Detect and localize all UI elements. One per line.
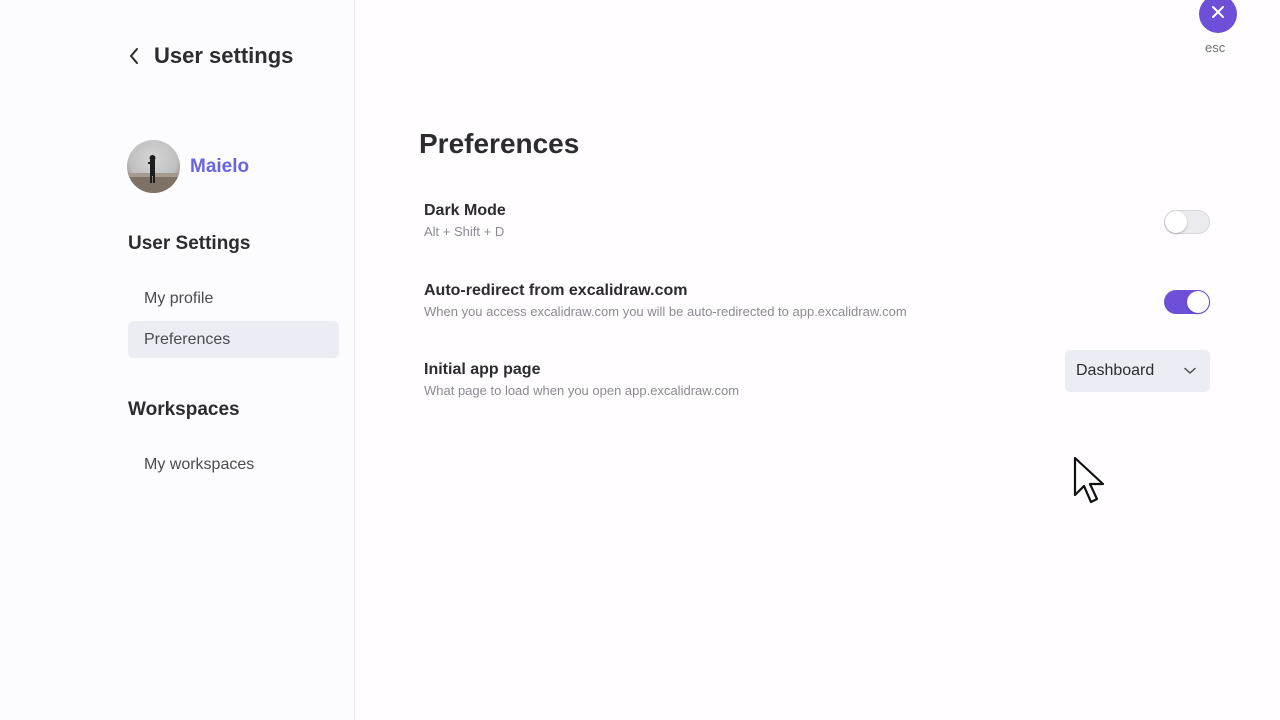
sidebar-item-my-workspaces[interactable]: My workspaces [128, 446, 339, 483]
setting-description: When you access excalidraw.com you will … [424, 304, 907, 319]
profile-summary[interactable]: Maielo [127, 140, 249, 193]
initial-app-page-select[interactable]: Dashboard [1065, 350, 1210, 392]
sidebar-title: User settings [154, 43, 294, 68]
sidebar: User settings Maielo User Settings My pr… [0, 0, 355, 720]
workspaces-heading: Workspaces [128, 399, 240, 420]
auto-redirect-toggle[interactable] [1164, 290, 1210, 314]
chevron-down-icon [1184, 367, 1196, 375]
select-value: Dashboard [1076, 362, 1155, 379]
chevron-left-icon[interactable] [128, 47, 140, 65]
toggle-knob [1187, 291, 1209, 313]
setting-label: Auto-redirect from excalidraw.com [424, 282, 688, 299]
toggle-knob [1165, 211, 1187, 233]
user-settings-heading: User Settings [128, 233, 251, 254]
dark-mode-toggle[interactable] [1164, 210, 1210, 234]
setting-description: Alt + Shift + D [424, 224, 505, 239]
setting-dark-mode: Dark Mode Alt + Shift + D [424, 202, 1210, 239]
avatar[interactable] [127, 140, 180, 193]
setting-auto-redirect: Auto-redirect from excalidraw.com When y… [424, 282, 1210, 319]
close-button[interactable] [1199, 0, 1237, 33]
profile-name[interactable]: Maielo [190, 156, 249, 178]
setting-label: Dark Mode [424, 202, 506, 219]
sidebar-item-preferences[interactable]: Preferences [128, 321, 339, 358]
setting-initial-app-page: Initial app page What page to load when … [424, 350, 1210, 398]
sidebar-item-my-profile[interactable]: My profile [128, 280, 339, 317]
esc-hint: esc [1205, 40, 1226, 55]
close-icon[interactable] [1210, 4, 1226, 25]
mouse-pointer-icon [1072, 455, 1108, 512]
settings-app: User settings Maielo User Settings My pr… [0, 0, 1280, 720]
main-content: esc Preferences Dark Mode Alt + Shift + … [356, 0, 1280, 720]
page-title: Preferences [419, 128, 580, 159]
back-button[interactable]: User settings [128, 43, 293, 69]
